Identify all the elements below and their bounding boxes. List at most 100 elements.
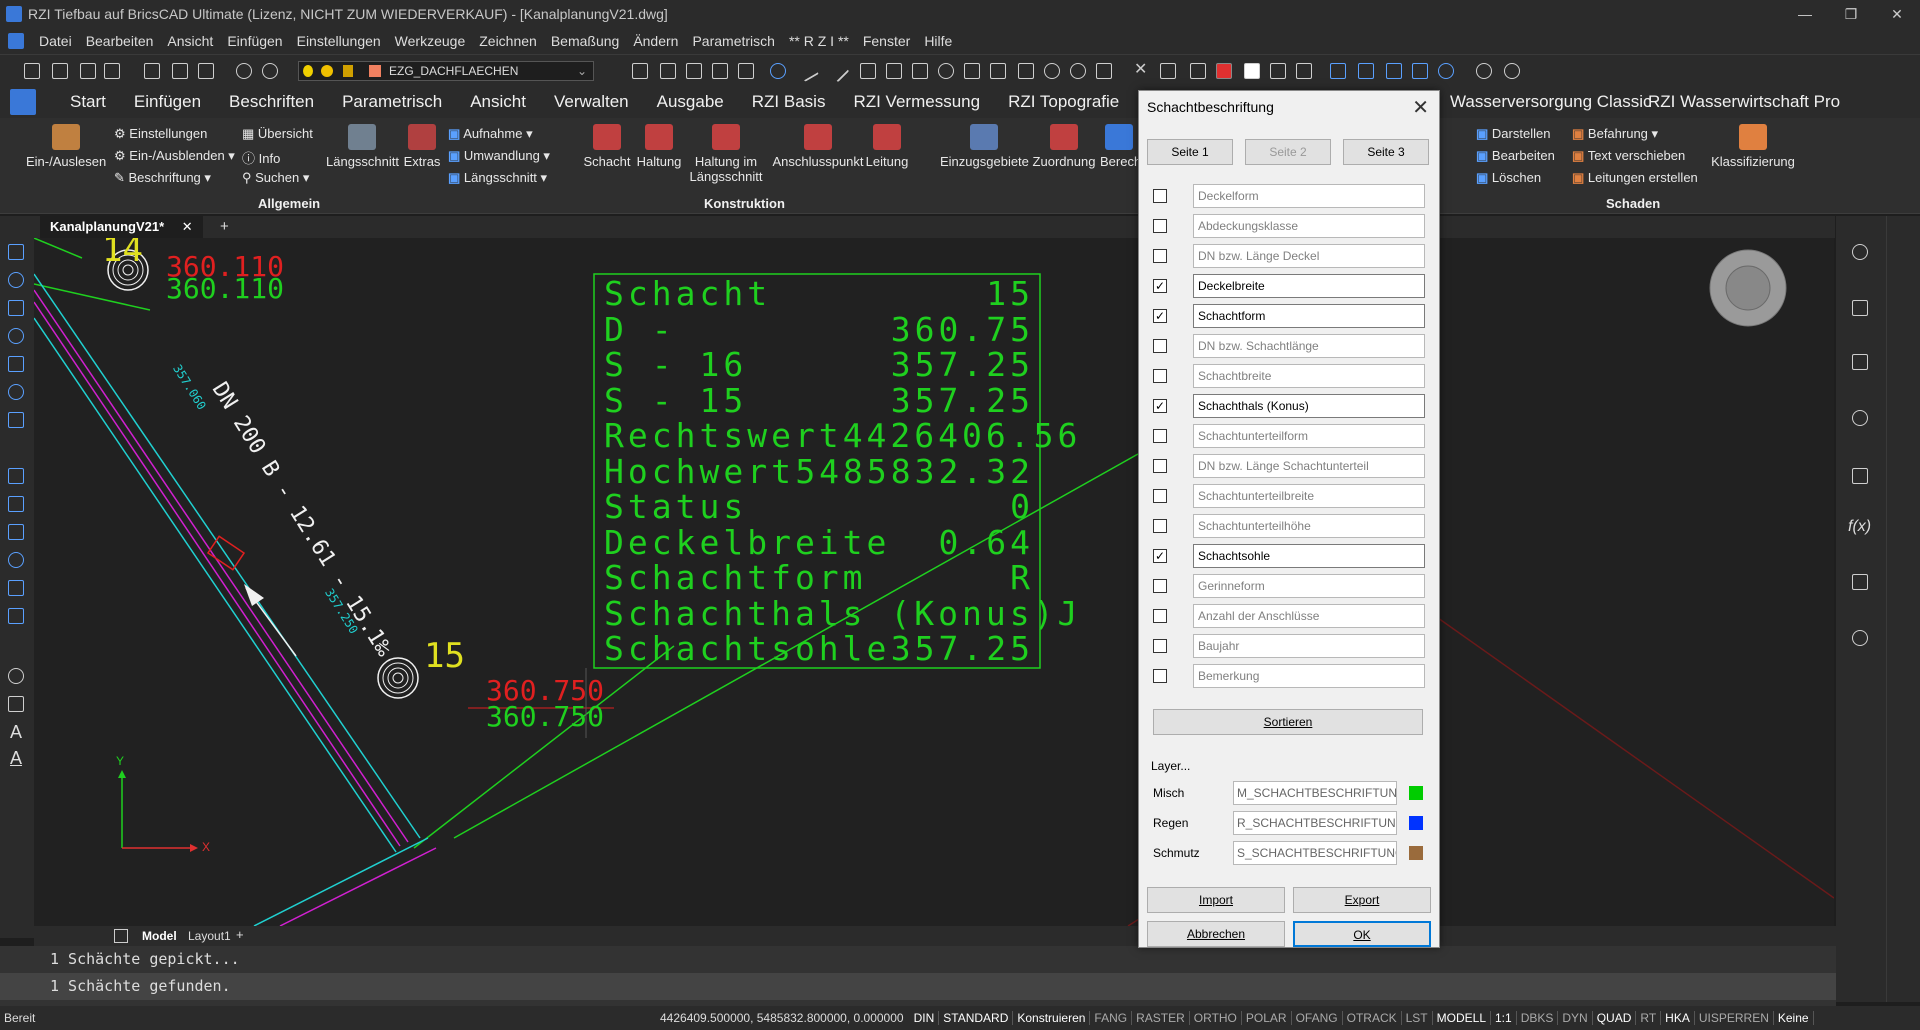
- field-checkbox[interactable]: [1153, 519, 1167, 533]
- tab-layout1[interactable]: Layout1: [188, 929, 231, 943]
- snap-insert-icon[interactable]: [1096, 63, 1112, 79]
- menu-einstellungen[interactable]: Einstellungen: [290, 33, 388, 49]
- snap-endpoint-icon[interactable]: [860, 63, 876, 79]
- umwandlung-button[interactable]: ▣ Umwandlung ▾: [448, 148, 550, 164]
- snap-tangent-icon[interactable]: [1018, 63, 1034, 79]
- boundary-tool-icon[interactable]: [8, 524, 24, 540]
- status-toggle[interactable]: Keine: [1774, 1011, 1814, 1025]
- layer-combo[interactable]: EZG_DACHFLAECHEN ⌄: [298, 61, 594, 81]
- menu-fenster[interactable]: Fenster: [856, 33, 917, 49]
- snap-quadrant-icon[interactable]: [1044, 63, 1060, 79]
- field-checkbox[interactable]: [1153, 369, 1167, 383]
- field-checkbox[interactable]: [1153, 579, 1167, 593]
- zoom-icon[interactable]: [1504, 63, 1520, 79]
- rectangle-tool-icon[interactable]: [8, 300, 24, 316]
- snap-center-icon[interactable]: [938, 63, 954, 79]
- status-toggle[interactable]: OFANG: [1292, 1011, 1343, 1025]
- navigation-wheel-center[interactable]: [1725, 265, 1771, 311]
- uebersicht-button[interactable]: ▦ Übersicht: [242, 126, 313, 142]
- zuordnung-button[interactable]: Zuordnung: [1030, 124, 1098, 169]
- suchen-button[interactable]: ⚲ Suchen ▾: [242, 170, 309, 186]
- field-checkbox[interactable]: [1153, 429, 1167, 443]
- field-checkbox[interactable]: ✓: [1153, 309, 1167, 323]
- status-toggle[interactable]: FANG: [1090, 1011, 1133, 1025]
- grip-icon[interactable]: [1270, 63, 1286, 79]
- pan-3d-icon[interactable]: [1412, 63, 1428, 79]
- command-prompt-line[interactable]: 1 Schächte gefunden.: [0, 973, 1836, 1000]
- schacht-button[interactable]: Schacht: [582, 124, 632, 169]
- field-checkbox[interactable]: ✓: [1153, 399, 1167, 413]
- tab-parametrisch[interactable]: Parametrisch: [328, 92, 456, 112]
- layer-color-swatch[interactable]: [1409, 816, 1423, 830]
- orbit-icon[interactable]: [1386, 63, 1402, 79]
- field-label[interactable]: DN bzw. Schachtlänge: [1193, 334, 1425, 358]
- bearbeiten-button[interactable]: ▣ Bearbeiten: [1476, 148, 1555, 164]
- erase-icon[interactable]: [686, 63, 702, 79]
- field-checkbox[interactable]: [1153, 339, 1167, 353]
- plot-icon[interactable]: [172, 63, 188, 79]
- snap-clear-icon[interactable]: ✕: [1134, 62, 1150, 79]
- stop-icon[interactable]: [1244, 63, 1260, 79]
- tab-rzi-wasserwirtschaft[interactable]: RZI Wasserwirtschaft Pro: [1634, 92, 1854, 112]
- status-toggle[interactable]: OTRACK: [1343, 1011, 1402, 1025]
- field-checkbox[interactable]: ✓: [1153, 549, 1167, 563]
- hatch-tool-icon[interactable]: [8, 468, 24, 484]
- menu-zeichnen[interactable]: Zeichnen: [472, 33, 544, 49]
- menu-datei[interactable]: Datei: [32, 33, 79, 49]
- ribbon-app-button[interactable]: [10, 89, 36, 115]
- loeschen-button[interactable]: ▣ Löschen: [1476, 170, 1541, 186]
- tab-document[interactable]: KanalplanungV21* ✕: [40, 216, 203, 238]
- einzugsgebiete-button[interactable]: Einzugsgebiete: [940, 124, 1029, 169]
- cancel-button[interactable]: Abbrechen: [1147, 921, 1285, 947]
- field-checkbox[interactable]: [1153, 459, 1167, 473]
- status-toggle[interactable]: POLAR: [1242, 1011, 1292, 1025]
- rotate-view-icon[interactable]: [1438, 63, 1454, 79]
- tab-verwalten[interactable]: Verwalten: [540, 92, 643, 112]
- field-label[interactable]: DN bzw. Länge Deckel: [1193, 244, 1425, 268]
- app-menu-icon[interactable]: [8, 33, 24, 49]
- layer-header[interactable]: Layer...: [1151, 759, 1190, 773]
- menu-ansicht[interactable]: Ansicht: [160, 33, 220, 49]
- berechnung-button[interactable]: Berech: [1100, 124, 1138, 169]
- page-3-button[interactable]: Seite 3: [1343, 139, 1429, 165]
- save-as-icon[interactable]: [104, 63, 120, 79]
- command-line[interactable]: 1 Schächte gepickt... 1 Schächte gefunde…: [0, 946, 1836, 1006]
- status-toggle[interactable]: LST: [1402, 1011, 1433, 1025]
- cloud-upload-icon[interactable]: [1852, 630, 1868, 646]
- layout-nav-icon[interactable]: [114, 929, 128, 943]
- field-label[interactable]: Abdeckungsklasse: [1193, 214, 1425, 238]
- status-toggle[interactable]: RT: [1636, 1011, 1662, 1025]
- spline-tool-icon[interactable]: [8, 412, 24, 428]
- leitungen-erstellen-button[interactable]: ▣ Leitungen erstellen: [1572, 170, 1698, 186]
- close-tab-icon[interactable]: ✕: [182, 219, 193, 234]
- pan-icon[interactable]: [1476, 63, 1492, 79]
- minimize-button[interactable]: —: [1782, 0, 1828, 28]
- field-checkbox[interactable]: [1153, 189, 1167, 203]
- anschlusspunkt-button[interactable]: Anschlusspunkt: [772, 124, 864, 169]
- menu-parametrisch[interactable]: Parametrisch: [685, 33, 781, 49]
- snap-nearest-icon[interactable]: [1070, 63, 1086, 79]
- print-icon[interactable]: [144, 63, 160, 79]
- bracket-icon[interactable]: [1296, 63, 1312, 79]
- snap-node-icon[interactable]: [964, 63, 980, 79]
- darstellen-button[interactable]: ▣ Darstellen: [1476, 126, 1550, 142]
- info-button[interactable]: ⓘ Info: [242, 148, 280, 167]
- field-label[interactable]: Schachtbreite: [1193, 364, 1425, 388]
- field-checkbox[interactable]: ✓: [1153, 279, 1167, 293]
- page-1-button[interactable]: Seite 1: [1147, 139, 1233, 165]
- tab-rzi-vermessung[interactable]: RZI Vermessung: [839, 92, 994, 112]
- wipeout-tool-icon[interactable]: [8, 580, 24, 596]
- field-checkbox[interactable]: [1153, 249, 1167, 263]
- open-file-icon[interactable]: [52, 63, 68, 79]
- sort-button[interactable]: Sortieren: [1153, 709, 1423, 735]
- match-properties-icon[interactable]: [660, 63, 676, 79]
- tab-rzi-topografie[interactable]: RZI Topografie: [994, 92, 1133, 112]
- field-label[interactable]: Schachtunterteilbreite: [1193, 484, 1425, 508]
- polygon-tool-icon[interactable]: [8, 356, 24, 372]
- menu-aendern[interactable]: Ändern: [626, 33, 685, 49]
- field-label[interactable]: Deckelform: [1193, 184, 1425, 208]
- snap-perpendicular-icon[interactable]: [990, 63, 1006, 79]
- block-tool-icon[interactable]: [8, 608, 24, 624]
- redo-icon[interactable]: [262, 63, 278, 79]
- layer-color-swatch[interactable]: [1409, 786, 1423, 800]
